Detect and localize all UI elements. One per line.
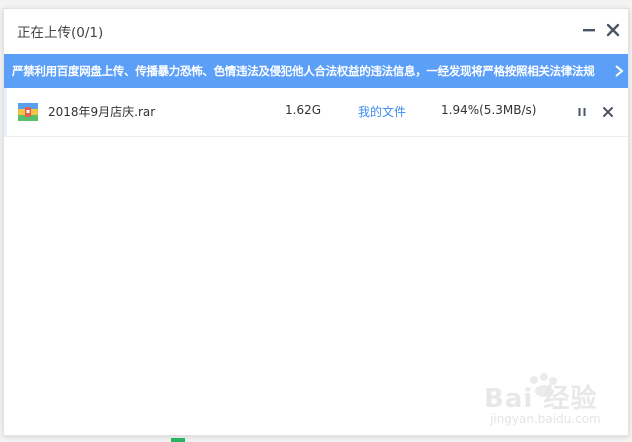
close-button[interactable] [604,21,622,39]
pause-icon [578,108,586,116]
upload-task-row[interactable]: 2018年9月店庆.rar 1.62G 我的文件 1.94%(5.3MB/s) [4,88,628,137]
row-selection-accent [4,88,7,136]
minimize-icon [583,29,595,32]
task-filename: 2018年9月店庆.rar [48,105,156,119]
baidu-jingyan-watermark: Bai 经验 jingyan.baidu.com [484,372,614,430]
taskbar-indicator [171,438,185,442]
rar-archive-icon [18,103,38,121]
task-progress: 1.94%(5.3MB/s) [441,103,537,117]
title-bar: 正在上传(0/1) [4,9,628,53]
watermark-url: jingyan.baidu.com [490,412,601,426]
warning-banner-text: 严禁利用百度网盘上传、传播暴力恐怖、色情违法及侵犯他人合法权益的违法信息，一经发… [12,64,595,78]
warning-banner: 严禁利用百度网盘上传、传播暴力恐怖、色情违法及侵犯他人合法权益的违法信息，一经发… [4,54,628,88]
watermark-text: Bai 经验 [484,384,598,414]
close-icon [606,23,620,37]
window-title: 正在上传(0/1) [17,25,104,41]
pause-button[interactable] [575,104,589,118]
chevron-right-icon[interactable] [614,65,624,77]
minimize-button[interactable] [580,21,598,39]
cancel-upload-button[interactable] [601,104,615,118]
close-icon [603,107,613,117]
task-filesize: 1.62G [285,103,322,117]
task-destination-link[interactable]: 我的文件 [358,103,406,120]
